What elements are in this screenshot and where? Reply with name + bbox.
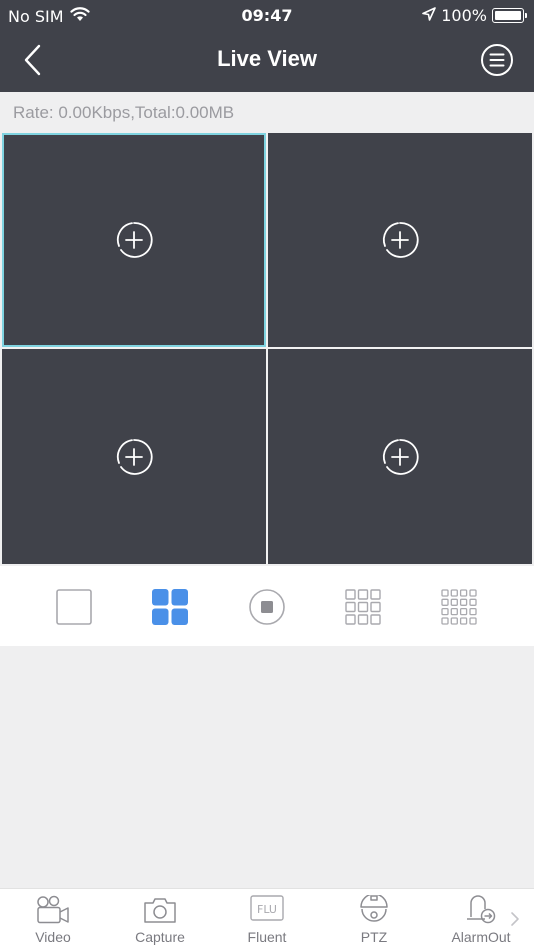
tab-label: Video — [35, 929, 71, 945]
bottom-toolbar: Video Capture FLU Fluent PTZ AlarmOut — [0, 888, 534, 950]
stop-all-button[interactable] — [248, 588, 286, 626]
video-pane-4[interactable] — [268, 349, 532, 564]
sixteen-view-button[interactable] — [440, 588, 478, 626]
fluent-quality-icon: FLU — [250, 895, 284, 921]
tab-label: PTZ — [360, 929, 388, 945]
nine-view-button[interactable] — [344, 588, 382, 626]
location-arrow-icon — [422, 6, 437, 25]
menu-button[interactable] — [480, 43, 514, 77]
sixteen-view-icon — [441, 589, 477, 625]
tab-capture[interactable]: Capture — [115, 895, 205, 949]
add-channel-icon[interactable] — [381, 221, 419, 259]
tab-label: AlarmOut — [451, 929, 511, 945]
nine-view-icon — [345, 589, 381, 625]
add-channel-icon[interactable] — [381, 438, 419, 476]
live-view-grid — [2, 133, 532, 564]
nav-bar: Live View — [0, 30, 534, 92]
add-channel-icon[interactable] — [115, 438, 153, 476]
tab-label: Fluent — [247, 929, 287, 945]
battery-percent: 100% — [441, 6, 487, 25]
more-tabs-button[interactable] — [510, 911, 524, 929]
status-bar: No SIM 09:47 100% — [0, 0, 534, 30]
alarm-out-icon — [467, 895, 496, 924]
battery-icon — [492, 8, 527, 23]
content-area — [0, 646, 534, 888]
video-pane-2[interactable] — [268, 133, 532, 347]
tab-ptz[interactable]: PTZ — [329, 895, 419, 949]
chevron-right-icon — [511, 912, 519, 926]
ptz-dome-camera-icon — [360, 895, 388, 922]
camera-icon — [144, 898, 176, 923]
video-camera-icon — [37, 895, 69, 924]
video-pane-1[interactable] — [2, 133, 266, 347]
quad-view-icon — [152, 589, 188, 625]
svg-text:FLU: FLU — [257, 903, 277, 916]
menu-circle-icon — [481, 44, 513, 76]
quad-view-button[interactable] — [151, 588, 189, 626]
layout-selector — [0, 566, 534, 646]
add-channel-icon[interactable] — [115, 221, 153, 259]
tab-video[interactable]: Video — [8, 895, 98, 949]
rate-info: Rate: 0.00Kbps,Total:0.00MB — [0, 92, 534, 132]
single-view-icon — [56, 589, 92, 625]
stop-icon — [249, 589, 285, 625]
page-title: Live View — [217, 46, 317, 71]
tab-fluent[interactable]: FLU Fluent — [222, 895, 312, 949]
single-view-button[interactable] — [55, 588, 93, 626]
video-pane-3[interactable] — [2, 349, 266, 564]
tab-label: Capture — [135, 929, 185, 945]
